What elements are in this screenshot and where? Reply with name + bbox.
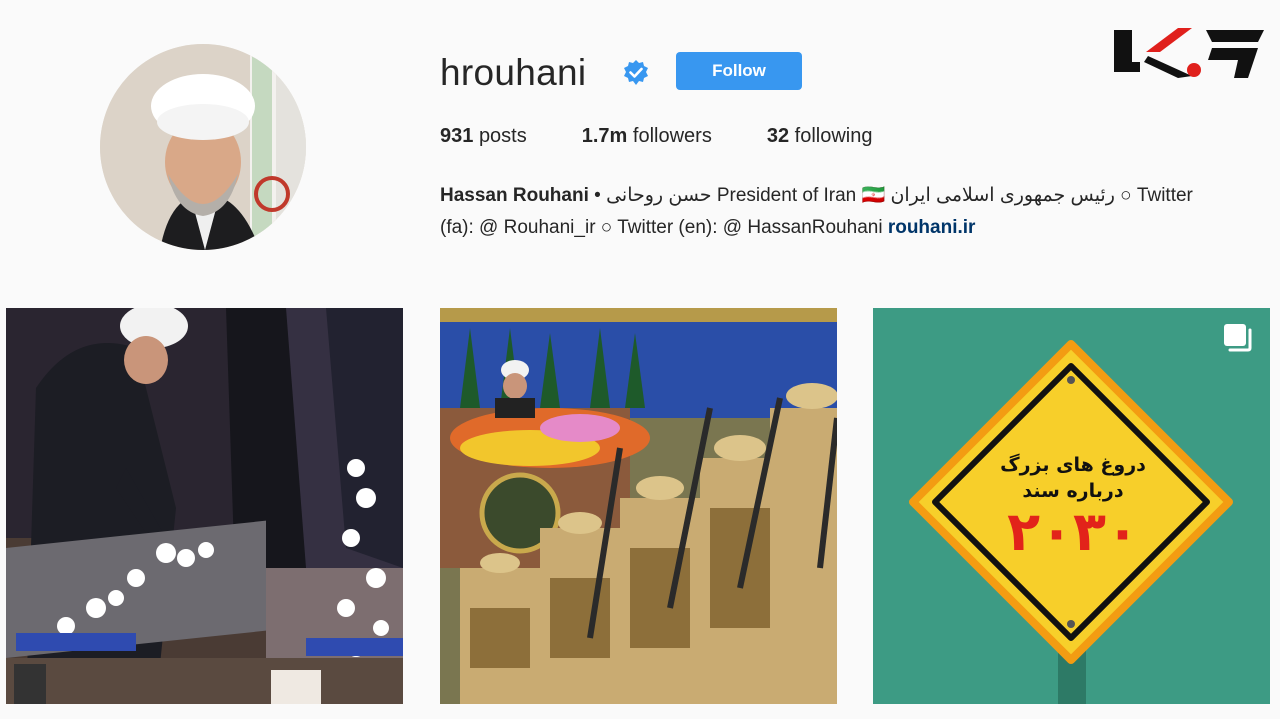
following-stat[interactable]: 32 following xyxy=(767,125,873,148)
followers-stat[interactable]: 1.7m followers xyxy=(582,125,712,148)
profile-username: hrouhani xyxy=(440,52,587,93)
bio-text-1: • حسن روحانی President of Iran 🇮🇷 رئیس ج… xyxy=(588,185,1193,206)
site-logo xyxy=(1114,28,1264,78)
sign-title-line-2: درباره سند xyxy=(1022,480,1124,502)
posts-count: 931 xyxy=(440,125,474,147)
profile-bio: Hassan Rouhani • حسن روحانی President of… xyxy=(440,180,1270,244)
multi-post-icon xyxy=(1224,324,1252,352)
sign-number: ۲۰۳۰ xyxy=(1007,500,1139,563)
website-link[interactable]: rouhani.ir xyxy=(888,217,976,238)
followers-label: followers xyxy=(632,125,712,147)
profile-stats: 931 posts 1.7m followers 32 following xyxy=(440,125,927,148)
sign-title-line-1: دروغ های بزرگ xyxy=(1000,454,1146,476)
photo-icon xyxy=(6,308,403,704)
posts-label: posts xyxy=(478,125,527,147)
follow-button[interactable]: Follow xyxy=(676,52,802,90)
followers-count: 1.7m xyxy=(581,125,628,147)
photo-icon xyxy=(440,308,837,704)
verified-badge-icon xyxy=(624,60,648,85)
following-label: following xyxy=(794,125,873,147)
following-count: 32 xyxy=(766,125,790,147)
post-tile-2[interactable] xyxy=(440,308,837,704)
profile-full-name: Hassan Rouhani xyxy=(440,185,589,206)
bio-line-1: Hassan Rouhani • حسن روحانی President of… xyxy=(440,180,1270,212)
bio-text-2: (fa): @ Rouhani_ir ○ Twitter (en): @ Has… xyxy=(440,217,888,238)
bio-line-2: (fa): @ Rouhani_ir ○ Twitter (en): @ Has… xyxy=(440,212,1270,244)
post-tile-3[interactable]: دروغ های بزرگ درباره سند ۲۰۳۰ xyxy=(873,308,1270,704)
post-tile-1[interactable] xyxy=(6,308,403,704)
posts-stat[interactable]: 931 posts xyxy=(440,125,527,148)
profile-avatar[interactable] xyxy=(100,44,306,250)
